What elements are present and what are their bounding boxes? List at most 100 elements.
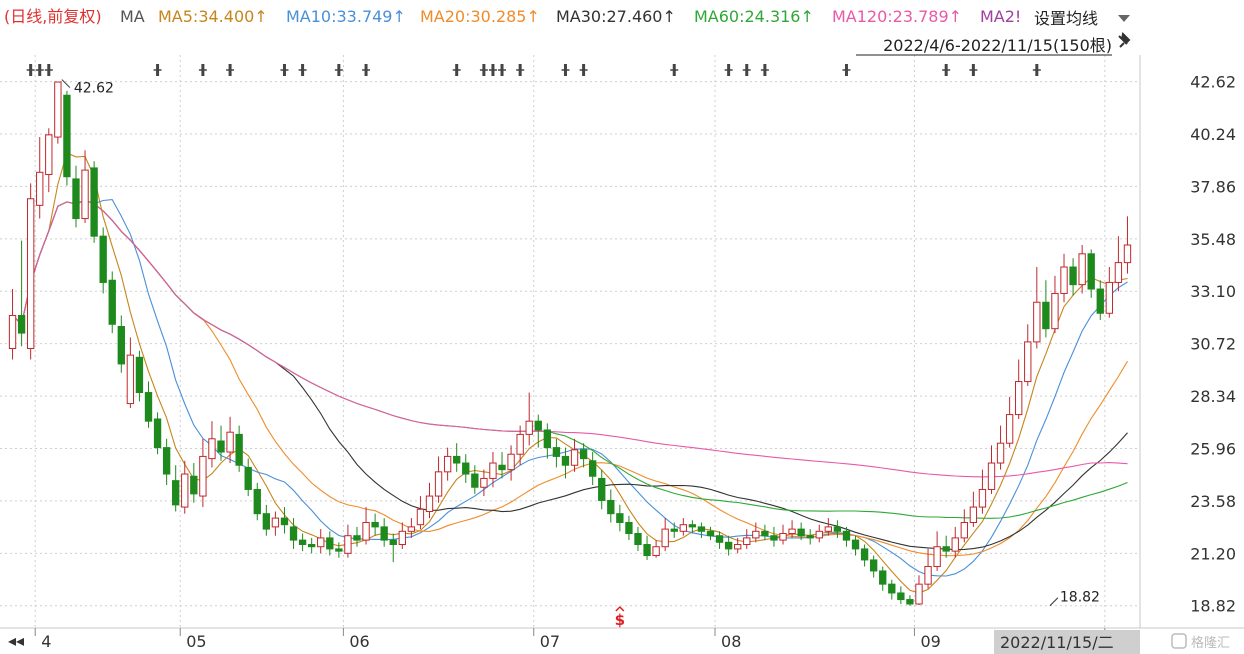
candle-body — [806, 535, 814, 539]
candle-body — [280, 517, 289, 526]
candle-body — [434, 471, 443, 497]
candle-body — [489, 462, 497, 479]
candle-body — [915, 583, 923, 605]
candle-body — [1024, 341, 1032, 383]
candle-body — [1123, 244, 1132, 264]
candle-body — [833, 526, 842, 532]
candle-body — [162, 447, 171, 475]
x-tick-label: 05 — [186, 632, 206, 651]
candle-body — [471, 473, 479, 488]
candle-body — [507, 453, 515, 471]
candle-body — [1005, 414, 1014, 444]
candle-body — [933, 546, 941, 568]
y-tick-label: 40.24 — [1190, 125, 1236, 144]
annotation-label: 42.62 — [74, 81, 114, 97]
settings-dropdown[interactable]: 设置均线 — [1024, 4, 1140, 32]
candle-body — [634, 533, 642, 546]
y-tick-label: 21.20 — [1190, 544, 1236, 563]
x-tick-label: 4 — [41, 632, 51, 651]
candle-body — [36, 171, 44, 206]
candle-body — [63, 94, 71, 178]
candle-body — [652, 546, 660, 557]
candle-body — [888, 583, 896, 594]
candle-body — [380, 526, 388, 541]
candle-body — [117, 325, 125, 365]
candle-body — [208, 438, 216, 460]
candle-body — [90, 167, 98, 237]
candle-body — [824, 526, 833, 532]
ma120-label: MA120:23.789↑ — [832, 7, 962, 26]
candle-body — [144, 392, 153, 422]
candle-body — [1051, 292, 1059, 330]
ma60-label: MA60:24.316↑ — [694, 7, 814, 26]
candle-body — [462, 462, 470, 475]
candle-body — [570, 449, 579, 466]
candle-body — [45, 134, 53, 176]
candle-body — [271, 517, 280, 528]
candle-body — [815, 530, 823, 539]
chart-title: (日线,前复权) — [4, 7, 102, 26]
candle-body — [679, 524, 687, 532]
candle-body — [99, 235, 107, 283]
candle-body — [987, 462, 996, 490]
candle-body — [172, 480, 180, 506]
candle-body — [453, 455, 461, 464]
candle-body — [344, 535, 352, 554]
candle-body — [978, 488, 987, 508]
candle — [108, 271, 116, 334]
candle-body — [190, 475, 198, 495]
candle-body — [579, 449, 588, 460]
candle-body — [951, 537, 959, 552]
ma5-label: MA5:34.400↑ — [158, 7, 268, 26]
candle-body — [842, 530, 851, 541]
annotation-label: 18.82 — [1060, 590, 1100, 606]
candle-body — [289, 526, 298, 541]
candle-body — [253, 488, 261, 515]
ma250-label: MA2! — [980, 7, 1021, 26]
x-tick-label: 07 — [540, 632, 560, 651]
y-tick-label: 37.86 — [1190, 177, 1236, 196]
candle-body — [960, 521, 968, 539]
candle-body — [516, 433, 524, 455]
candle-body — [924, 566, 932, 585]
candle-body — [181, 473, 189, 508]
candle-body — [1105, 281, 1114, 314]
candle-body — [552, 447, 561, 457]
candle-body — [26, 198, 35, 350]
candle-body — [724, 541, 733, 550]
y-tick-label: 30.72 — [1190, 335, 1236, 354]
candle-body — [398, 530, 406, 546]
candle — [26, 183, 35, 360]
x-tick-label: 09 — [920, 632, 940, 651]
candle-body — [108, 279, 116, 325]
candle-body — [1042, 301, 1050, 330]
candle-body — [1015, 381, 1023, 416]
candle-body — [734, 544, 742, 550]
candle-body — [1087, 253, 1095, 290]
candle-body — [498, 464, 506, 471]
candle-body — [706, 530, 715, 537]
y-tick-label: 18.82 — [1190, 597, 1236, 616]
candle-body — [244, 466, 252, 490]
candle-body — [199, 455, 207, 497]
candle-body — [17, 314, 26, 334]
candle-body — [1060, 266, 1068, 294]
settings-label: 设置均线 — [1034, 9, 1098, 28]
candle-body — [761, 530, 769, 537]
nav-left-button[interactable]: ◂◂ — [8, 631, 24, 650]
y-tick-label: 25.96 — [1190, 439, 1236, 458]
candle-body — [54, 81, 62, 138]
candle-body — [1096, 288, 1104, 314]
candle-body — [298, 539, 307, 546]
candle-body — [362, 521, 370, 541]
candle-body — [480, 477, 488, 488]
candle-body — [425, 495, 434, 512]
candle-body — [72, 178, 80, 220]
candle-body — [897, 592, 905, 601]
ma30-label: MA30:27.460↑ — [556, 7, 676, 26]
candle-body — [715, 535, 724, 543]
candle-body — [389, 539, 397, 546]
candle-body — [371, 521, 379, 528]
candle-body — [407, 526, 416, 532]
candle — [153, 412, 162, 455]
